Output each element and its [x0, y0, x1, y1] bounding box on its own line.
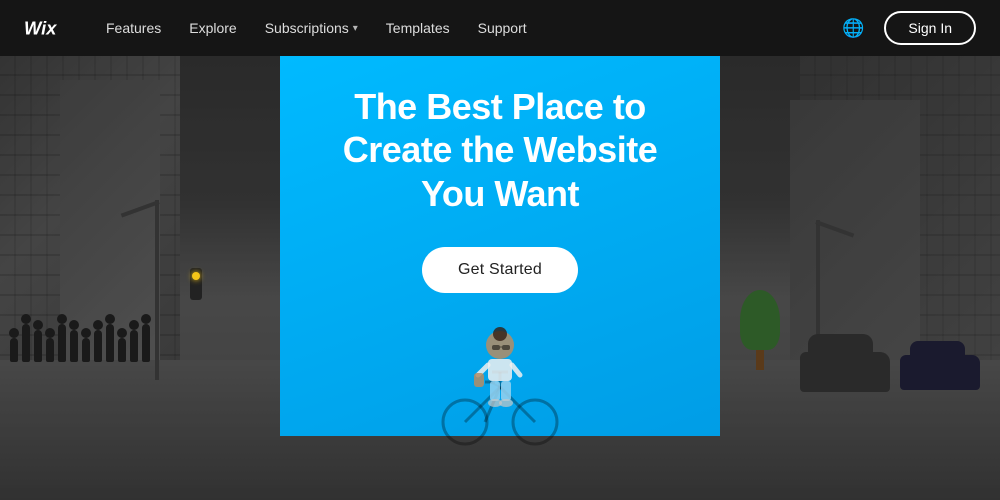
nav-subscriptions[interactable]: Subscriptions ▾: [265, 20, 358, 36]
person-3: [34, 330, 42, 362]
navbar: Wix Features Explore Subscriptions ▾ Tem…: [0, 0, 1000, 56]
globe-icon[interactable]: 🌐: [842, 18, 864, 39]
person-8: [94, 330, 102, 362]
person-7: [82, 338, 90, 362]
person-1: [10, 338, 18, 362]
hero-panel: The Best Place to Create the Website You…: [280, 56, 720, 436]
signin-button[interactable]: Sign In: [884, 11, 976, 45]
nav-features[interactable]: Features: [106, 20, 161, 36]
navbar-right: 🌐 Sign In: [842, 11, 976, 45]
person-10: [118, 338, 126, 362]
car-dark: [900, 355, 980, 390]
wix-logo-svg: Wix: [24, 16, 74, 40]
get-started-button[interactable]: Get Started: [422, 247, 578, 293]
car-suv: [800, 352, 890, 392]
hero-figure-svg: [410, 317, 590, 447]
crowd-people: [10, 324, 150, 362]
subscriptions-chevron: ▾: [353, 23, 358, 34]
street-lamp-left: [155, 200, 159, 380]
nav-explore[interactable]: Explore: [189, 20, 236, 36]
nav-templates[interactable]: Templates: [386, 20, 450, 36]
hero-title: The Best Place to Create the Website You…: [310, 85, 690, 215]
tree-trunk: [756, 350, 764, 370]
person-12: [142, 324, 150, 362]
person-9: [106, 324, 114, 362]
person-2: [22, 324, 30, 362]
svg-text:Wix: Wix: [24, 18, 57, 39]
wix-logo[interactable]: Wix: [24, 16, 74, 40]
traffic-light: [190, 268, 202, 300]
person-6: [70, 330, 78, 362]
person-4: [46, 338, 54, 362]
tree: [740, 290, 780, 370]
hero-figure: [410, 317, 590, 447]
person-11: [130, 330, 138, 362]
person-5: [58, 324, 66, 362]
tree-top: [740, 290, 780, 350]
nav-support[interactable]: Support: [478, 20, 527, 36]
nav-links: Features Explore Subscriptions ▾ Templat…: [106, 20, 842, 36]
